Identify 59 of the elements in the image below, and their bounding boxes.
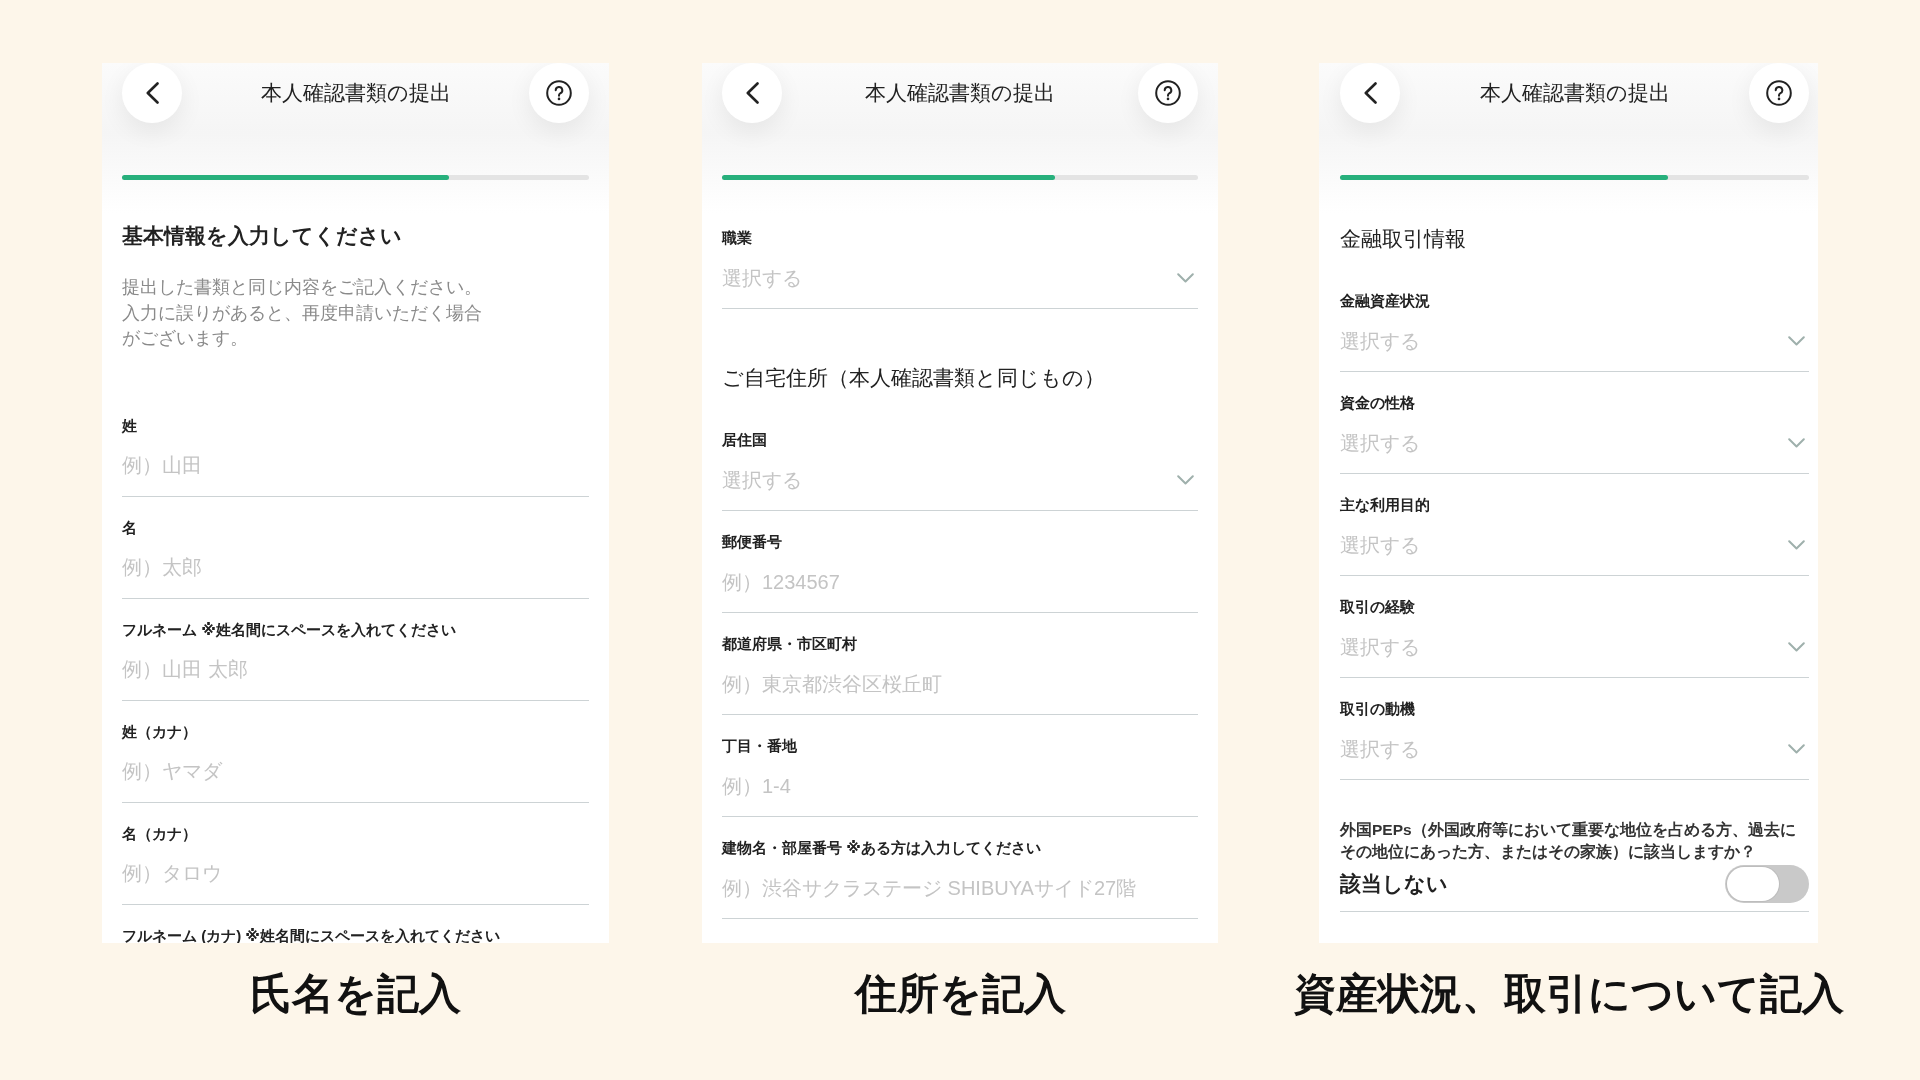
help-icon: [546, 80, 572, 106]
select-field[interactable]: 選択する: [722, 264, 1198, 309]
select-field[interactable]: 選択する: [722, 466, 1198, 511]
text-input-field[interactable]: 例）太郎: [122, 553, 589, 599]
select-field[interactable]: 選択する: [1340, 327, 1809, 372]
field-label: 建物名・部屋番号 ※ある方は入力してください: [722, 838, 1042, 858]
field-label: 取引の経験: [1340, 597, 1416, 617]
select-field[interactable]: 選択する: [1340, 633, 1809, 678]
text-input-field[interactable]: 例）渋谷サクラステージ SHIBUYAサイド27階: [722, 874, 1198, 919]
caption-text: 住所を記入: [854, 969, 1066, 1019]
chevron-down-icon: [1177, 273, 1194, 283]
field-label: 都道府県・市区町村: [722, 634, 858, 654]
chevron-left-icon: [745, 82, 759, 104]
screen-title: 本人確認書類の提出: [865, 80, 1055, 107]
chevron-down-icon: [1788, 642, 1805, 652]
chevron-down-icon: [1177, 475, 1194, 485]
section-heading: ご自宅住所（本人確認書類と同じもの）: [722, 365, 1106, 391]
field-label: 郵便番号: [722, 532, 783, 552]
select-field[interactable]: 選択する: [1340, 429, 1809, 474]
text-input-field[interactable]: 例）東京都渋谷区桜丘町: [722, 670, 1198, 715]
field-label: 主な利用目的: [1340, 495, 1431, 515]
chevron-left-icon: [145, 82, 159, 104]
field-label: 姓（カナ）: [122, 721, 198, 742]
help-icon: [1766, 80, 1792, 106]
field-label: 資金の性格: [1340, 393, 1416, 413]
field-label: 職業: [722, 228, 753, 248]
section-heading: 金融取引情報: [1340, 226, 1467, 252]
question-text: 外国PEPs（外国政府等において重要な地位を占める方、過去にその地位にあった方、またはその家族）に該当しますか？: [1340, 820, 1797, 862]
chevron-down-icon: [1788, 336, 1805, 346]
form-heading: 基本情報を入力してください: [122, 223, 403, 249]
text-input-field[interactable]: 例）山田 太郎: [122, 655, 589, 701]
toggle-switch[interactable]: [1725, 865, 1809, 903]
field-label: 居住国: [722, 430, 768, 450]
chevron-down-icon: [1788, 540, 1805, 550]
field-label: 取引の動機: [1340, 699, 1416, 719]
select-field[interactable]: 選択する: [1340, 531, 1809, 576]
chevron-left-icon: [1363, 82, 1377, 104]
toggle-label: 該当しない: [1340, 871, 1448, 898]
field-label: フルネーム ※姓名間にスペースを入れてください: [122, 619, 457, 640]
field-label: 名: [122, 517, 138, 538]
field-label: フルネーム (カナ) ※姓名間にスペースを入れてください: [122, 925, 501, 943]
chevron-down-icon: [1788, 438, 1805, 448]
text-input-field[interactable]: 例）タロウ: [122, 859, 589, 905]
screen-title: 本人確認書類の提出: [1479, 80, 1670, 107]
caption-text: 資産状況、取引について記入: [1293, 969, 1844, 1019]
screen-title: 本人確認書類の提出: [260, 80, 451, 107]
chevron-down-icon: [1788, 744, 1805, 754]
field-label: 姓: [122, 415, 138, 436]
field-label: 名（カナ）: [122, 823, 198, 844]
text-input-field[interactable]: 例）1-4: [722, 772, 1198, 817]
text-input-field[interactable]: 例）1234567: [722, 568, 1198, 613]
text-input-field[interactable]: 例）山田: [122, 451, 589, 497]
help-icon: [1155, 80, 1181, 106]
description-text: 提出した書類と同じ内容をご記入ください。入力に誤りがあると、再度申請いただく場合がございます。: [122, 276, 483, 350]
text-input-field[interactable]: 例）ヤマダ: [122, 757, 589, 803]
select-field[interactable]: 選択する: [1340, 735, 1809, 780]
field-label: 丁目・番地: [722, 736, 798, 756]
field-label: 金融資産状況: [1340, 291, 1431, 311]
caption-text: 氏名を記入: [250, 969, 461, 1019]
